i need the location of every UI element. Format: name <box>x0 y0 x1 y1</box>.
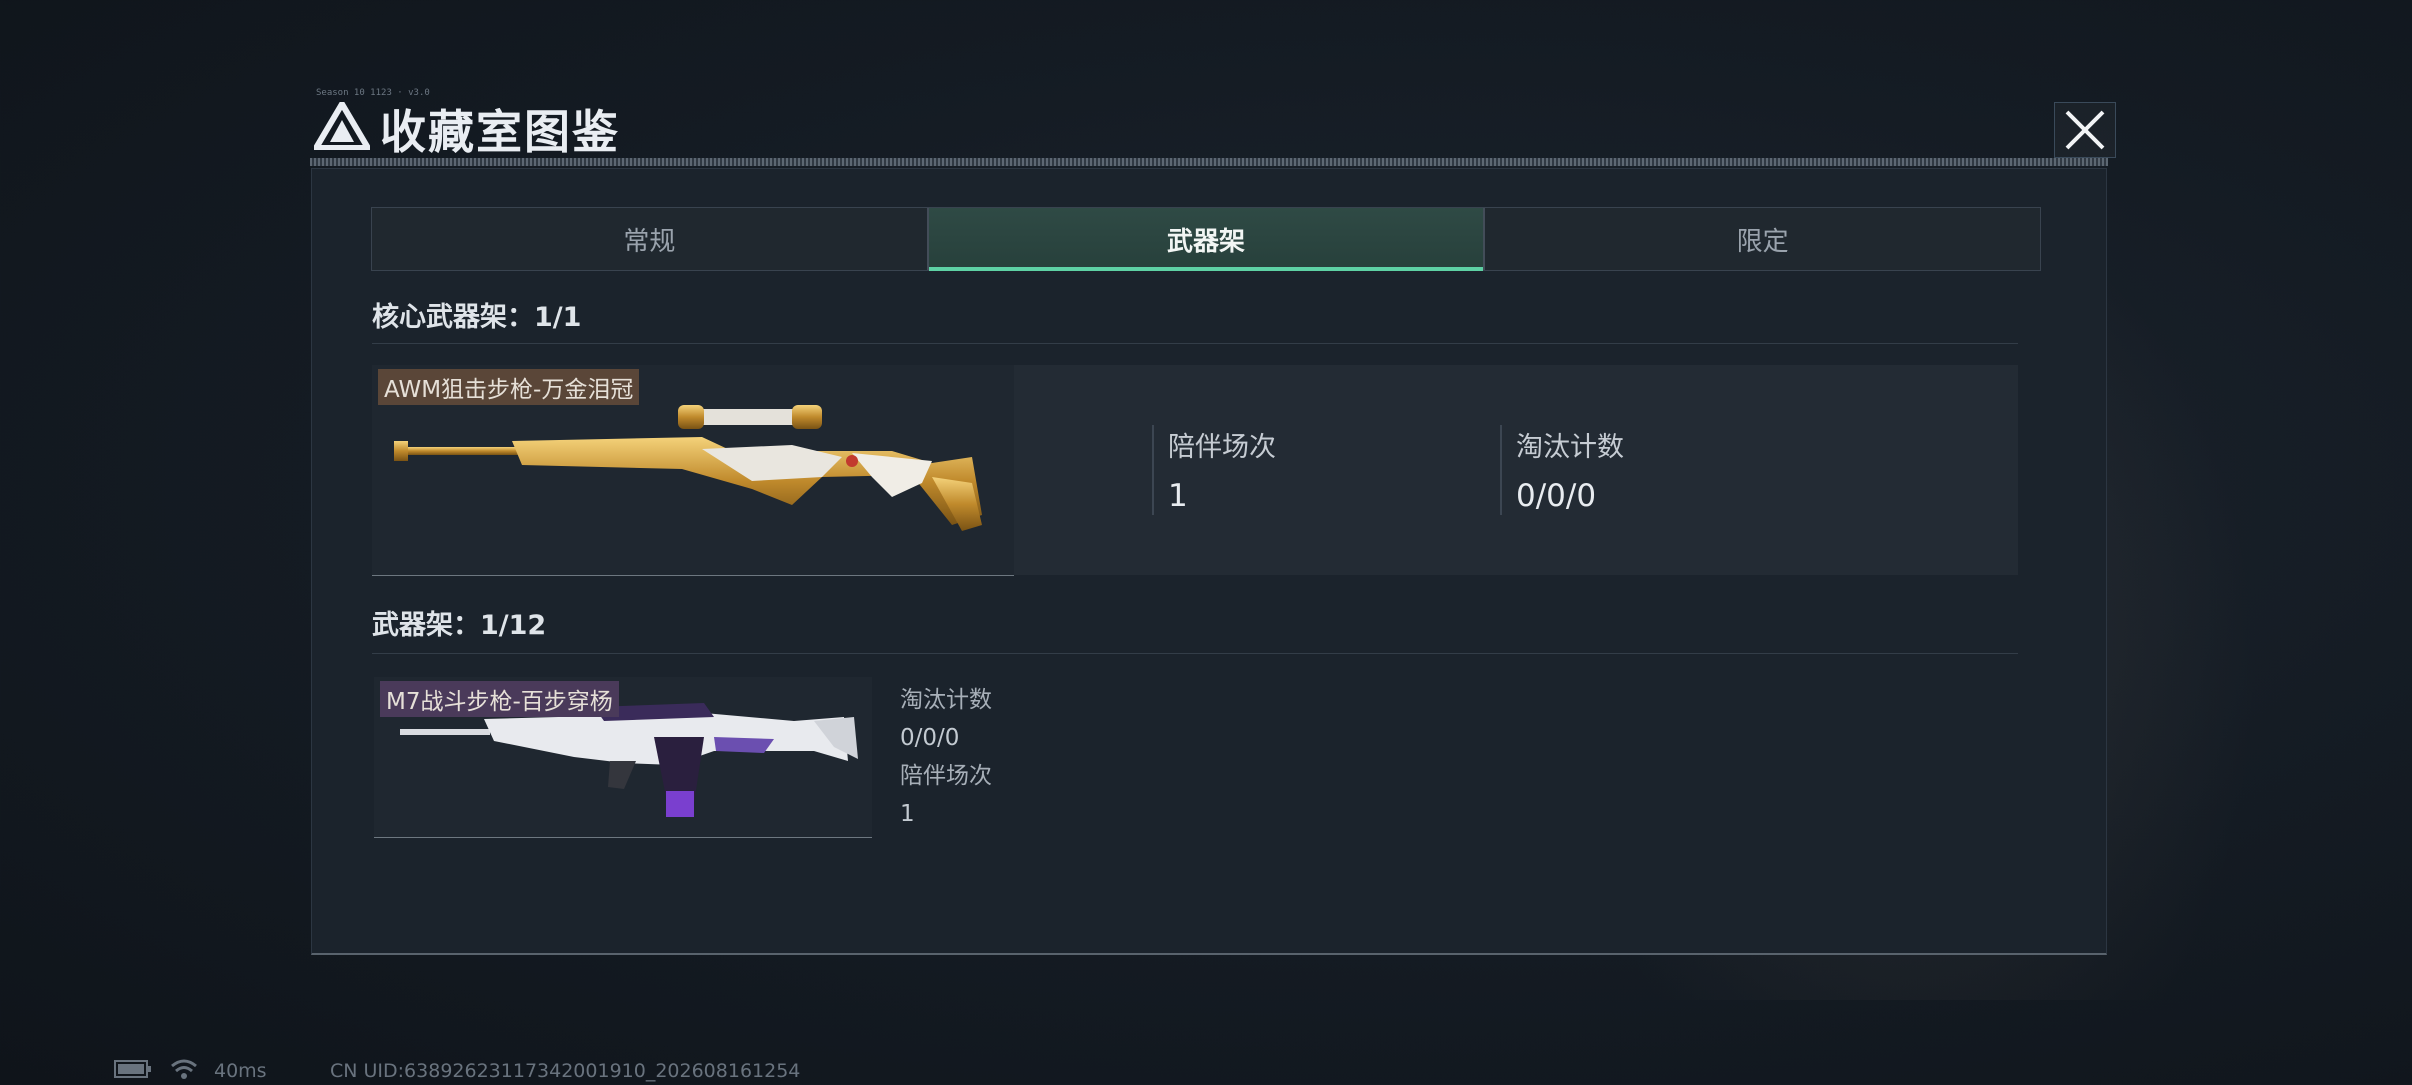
dialog-title: 收藏室图鉴 <box>380 105 620 159</box>
stat-eliminations: 淘汰计数 0/0/0 <box>1500 425 1624 515</box>
weapon-name-tag: M7战斗步枪-百步穿杨 <box>380 681 619 717</box>
core-weapon-card[interactable]: AWM狙击步枪-万金泪冠 陪伴场次 1 淘汰计数 0/0/0 <box>372 365 2018 576</box>
stat-label: 淘汰计数 <box>1516 432 1624 463</box>
stat-value: 0/0/0 <box>900 725 960 751</box>
core-rack-divider <box>372 343 2018 344</box>
collection-dialog: Season 10 1123 · v3.0 收藏室图鉴 常规 武器架 限定 核心… <box>310 88 2116 955</box>
stat-value: 1 <box>900 801 915 827</box>
stat-value: 1 <box>1168 478 1188 514</box>
rack-divider <box>372 653 2018 654</box>
rack-title: 武器架：1/12 <box>372 610 547 641</box>
stat-label: 淘汰计数 <box>900 687 992 713</box>
content-panel: 常规 武器架 限定 核心武器架：1/1 AWM狙击步枪-万金泪冠 陪伴场次 1 … <box>311 168 2107 955</box>
awm-weapon-image[interactable]: AWM狙击步枪-万金泪冠 <box>372 365 1014 576</box>
uid-text: CN UID:6389262311734200191​0_20260816125… <box>330 1060 801 1082</box>
tab-bar: 常规 武器架 限定 <box>371 207 2041 271</box>
battery-icon <box>114 1060 152 1083</box>
stat-value: 0/0/0 <box>1516 478 1597 514</box>
m7-weapon-image[interactable]: M7战斗步枪-百步穿杨 <box>374 677 872 838</box>
tab-limited[interactable]: 限定 <box>1483 208 2040 270</box>
weapon-name-tag: AWM狙击步枪-万金泪冠 <box>378 369 640 405</box>
tab-normal[interactable]: 常规 <box>372 208 927 270</box>
m7-stats: 淘汰计数 0/0/0 陪伴场次 1 <box>900 681 992 833</box>
tab-weapon-rack[interactable]: 武器架 <box>926 208 1484 271</box>
stat-label: 陪伴场次 <box>900 763 992 789</box>
delta-logo-icon <box>314 102 370 150</box>
ping-text: 40ms <box>214 1060 267 1082</box>
title-bar: Season 10 1123 · v3.0 收藏室图鉴 <box>310 88 2116 166</box>
stat-label: 陪伴场次 <box>1168 432 1276 463</box>
wifi-icon <box>170 1058 198 1085</box>
stat-matches: 陪伴场次 1 <box>1152 425 1276 515</box>
title-divider <box>310 158 2108 166</box>
core-rack-title: 核心武器架：1/1 <box>372 302 582 333</box>
close-button[interactable] <box>2054 102 2116 158</box>
close-icon <box>2065 110 2105 150</box>
